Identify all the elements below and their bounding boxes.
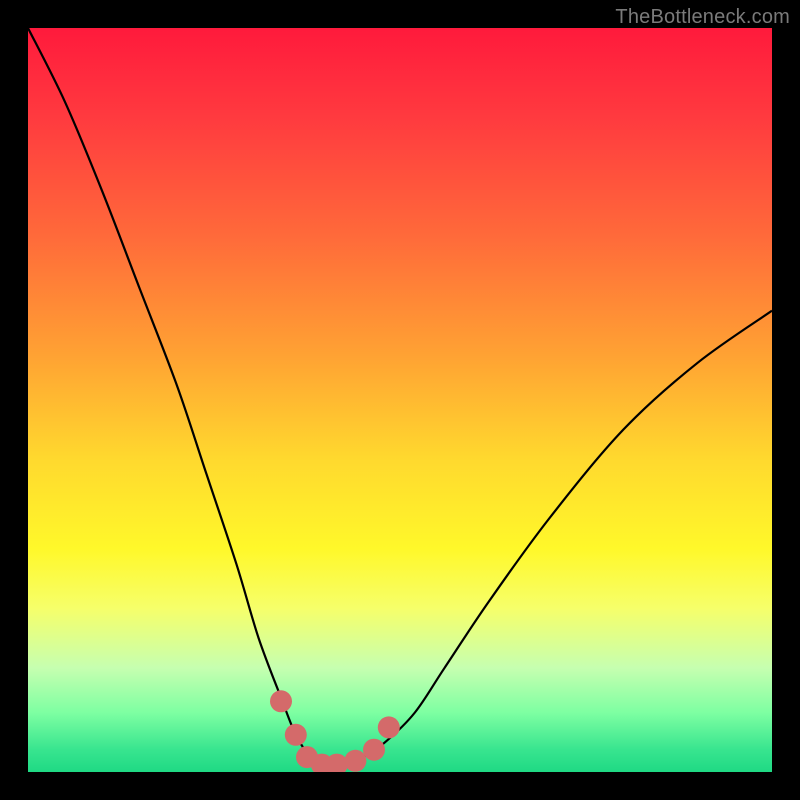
floor-marker (270, 690, 292, 712)
watermark-text: TheBottleneck.com (615, 6, 790, 29)
floor-markers-group (270, 690, 400, 772)
floor-marker (285, 724, 307, 746)
floor-marker (363, 739, 385, 761)
floor-marker (378, 716, 400, 738)
plot-area (28, 28, 772, 772)
bottleneck-curve (28, 28, 772, 766)
chart-svg (28, 28, 772, 772)
outer-frame: TheBottleneck.com (0, 0, 800, 800)
floor-marker (344, 750, 366, 772)
